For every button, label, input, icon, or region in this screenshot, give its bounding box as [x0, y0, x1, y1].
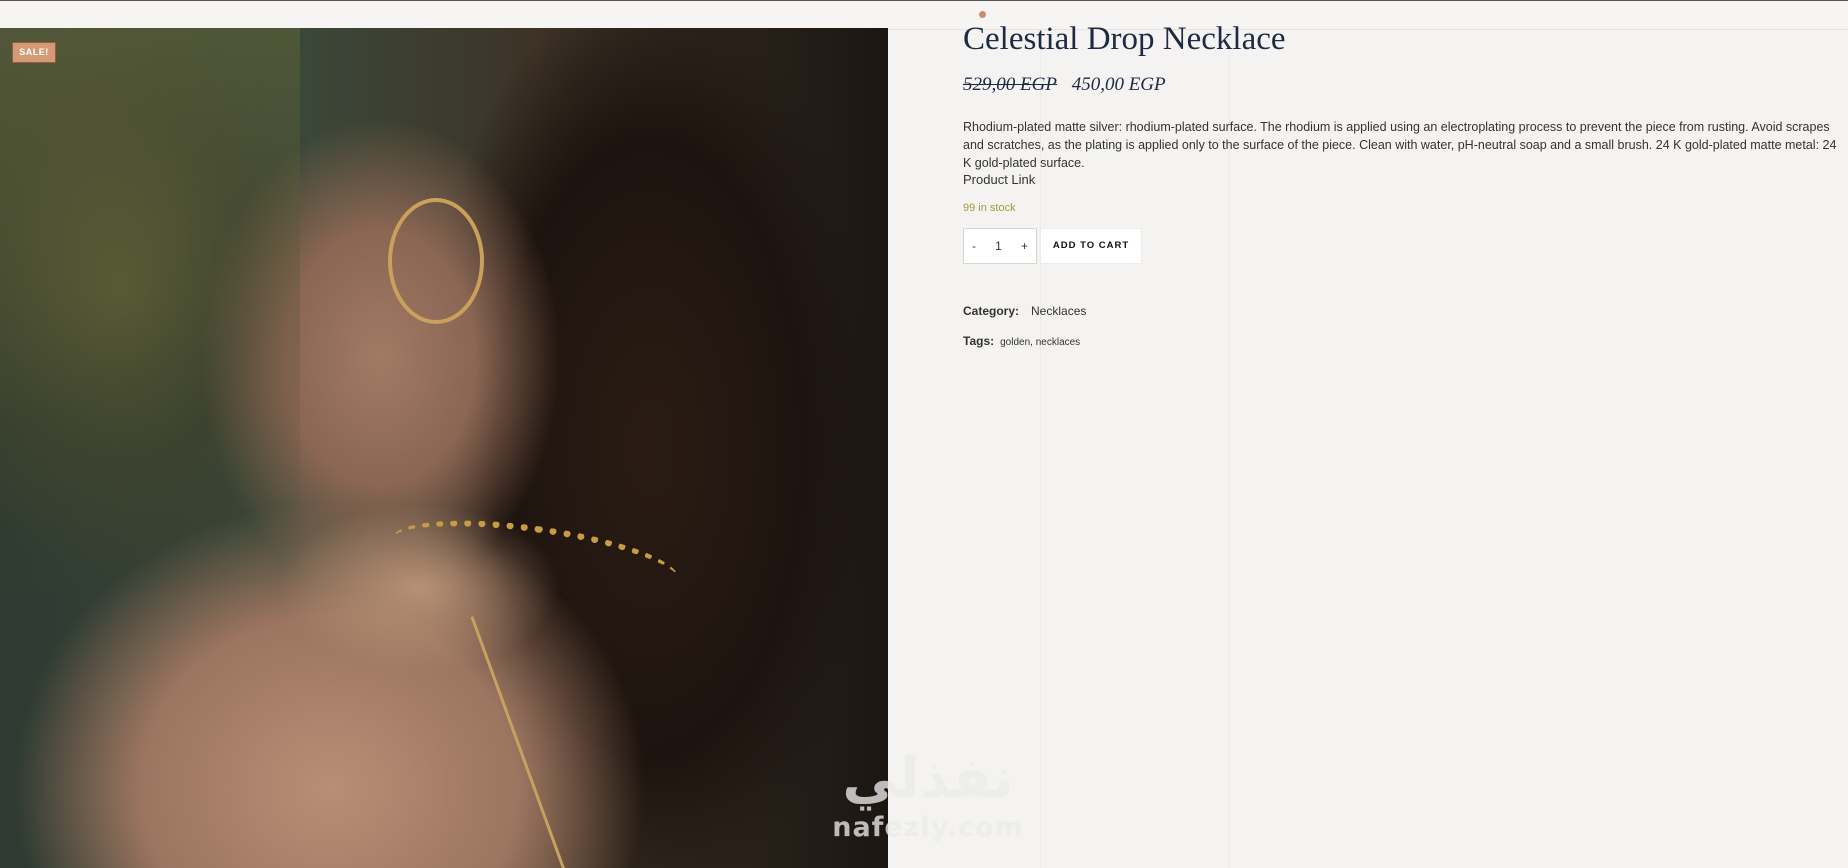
category-link[interactable]: Necklaces [1031, 304, 1086, 318]
quantity-input[interactable]: 1 [995, 239, 1002, 253]
product-title: Celestial Drop Necklace [963, 21, 1286, 57]
product-description: Rhodium-plated matte silver: rhodium-pla… [963, 120, 1837, 170]
watermark-arabic: نفذلي [842, 746, 1015, 811]
sale-price: 450,00 EGP [1071, 74, 1166, 95]
tag-link[interactable]: necklaces [1036, 337, 1080, 348]
necklace-chain [386, 506, 684, 613]
old-price: 529,00 EGP [963, 74, 1057, 95]
tags-row: Tags: golden, necklaces [963, 332, 1080, 350]
tag-link[interactable]: golden [1000, 337, 1030, 348]
product-link[interactable]: Product Link [963, 172, 1035, 187]
category-label: Category: [963, 304, 1020, 318]
decrease-quantity-button[interactable]: - [972, 239, 976, 253]
increase-quantity-button[interactable]: + [1021, 239, 1028, 253]
fern-foliage [0, 28, 300, 588]
top-bar [0, 0, 1848, 30]
indicator-dot-icon [979, 11, 986, 18]
quantity-stepper: - 1 + [963, 228, 1037, 264]
watermark: نفذلي nafezly.com [818, 748, 1038, 868]
category-row: Category: Necklaces [963, 302, 1086, 320]
price-block: 529,00 EGP 450,00 EGP [963, 74, 1166, 96]
product-image[interactable] [0, 28, 888, 868]
tags-label: Tags: [963, 334, 995, 348]
sale-badge: SALE! [12, 42, 56, 63]
add-to-cart-button[interactable]: ADD TO CART [1040, 228, 1142, 264]
hoop-earring [388, 198, 484, 324]
watermark-latin: nafezly.com [832, 812, 1024, 843]
stock-status: 99 in stock [963, 202, 1016, 214]
necklace-drop-chain [470, 616, 573, 868]
